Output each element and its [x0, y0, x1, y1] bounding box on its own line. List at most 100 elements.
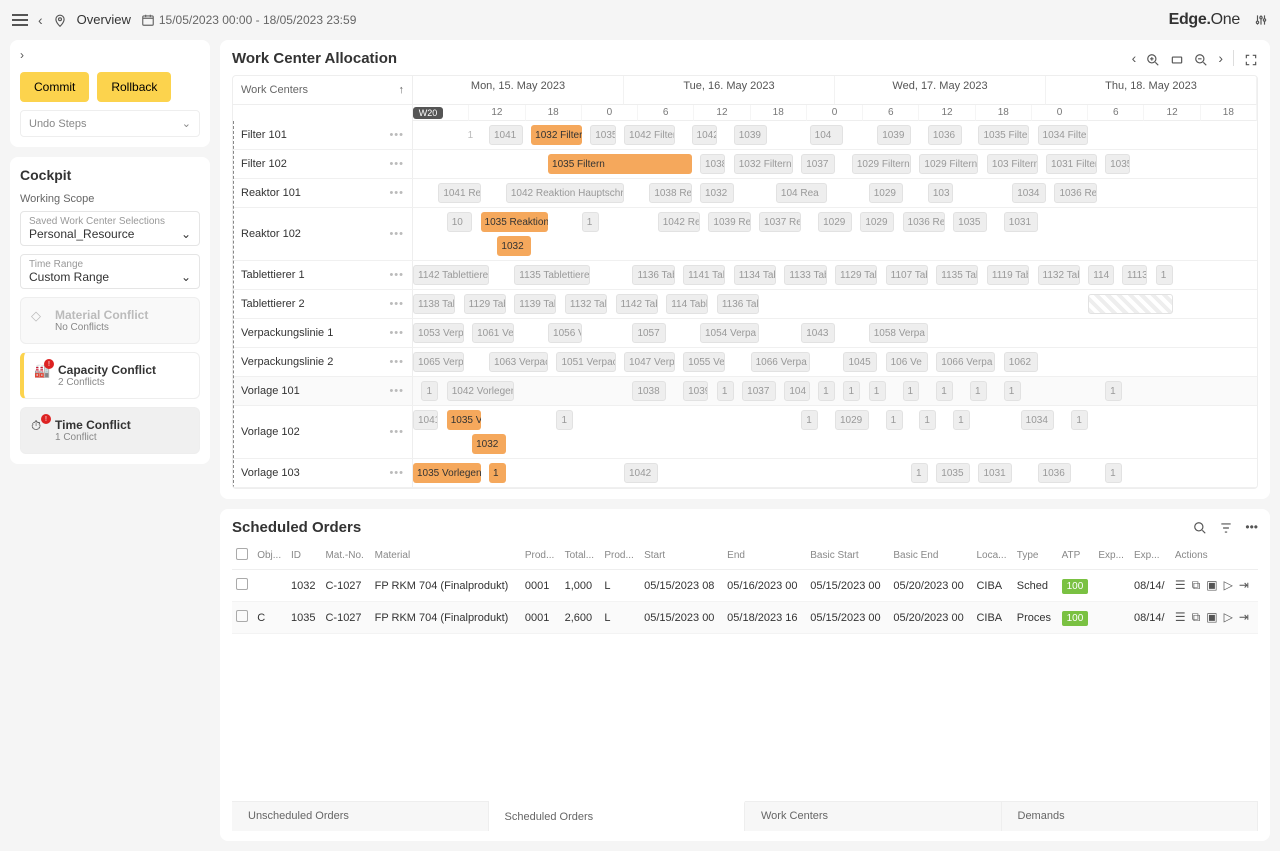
gantt-bar[interactable]: 1: [556, 410, 573, 430]
work-center-cell[interactable]: Verpackungslinie 2•••: [233, 348, 413, 376]
column-header[interactable]: ATP: [1058, 542, 1095, 570]
gantt-bar[interactable]: 1066 Verpa: [751, 352, 810, 372]
gantt-lane[interactable]: 1138 Tab1129 Tab1139 Tab1132 Tab1142 Tab…: [413, 290, 1257, 318]
column-header[interactable]: Obj...: [253, 542, 287, 570]
gantt-lane[interactable]: 110411032 Filtern10351042 Filtern1042103…: [413, 121, 1257, 149]
column-header[interactable]: Start: [640, 542, 723, 570]
row-menu-icon[interactable]: •••: [389, 158, 404, 170]
gantt-bar[interactable]: 1141 Tab: [683, 265, 725, 285]
gantt-bar[interactable]: 1039: [734, 125, 768, 145]
gantt-bar[interactable]: 1138 Tab: [413, 294, 455, 314]
gantt-bar[interactable]: 1: [953, 410, 970, 430]
play-icon[interactable]: ▷: [1224, 578, 1233, 593]
column-header[interactable]: [232, 542, 253, 570]
gantt-bar[interactable]: 1032 Filtern: [734, 154, 793, 174]
gantt-bar[interactable]: 1035 Filtern: [978, 125, 1029, 145]
gantt-bar[interactable]: 1035: [1105, 154, 1130, 174]
tab-unscheduled[interactable]: Unscheduled Orders: [232, 802, 489, 831]
export-icon[interactable]: ⇥: [1239, 610, 1249, 625]
gantt-lane[interactable]: 1065 Verpa1063 Verpac1051 Verpac1047 Ver…: [413, 348, 1257, 376]
column-header[interactable]: Exp...: [1094, 542, 1130, 570]
work-center-cell[interactable]: Vorlage 101•••: [233, 377, 413, 405]
gantt-bar[interactable]: 1: [1105, 381, 1122, 401]
gantt-bar[interactable]: 1037: [801, 154, 835, 174]
box-icon[interactable]: ▣: [1206, 610, 1217, 625]
row-menu-icon[interactable]: •••: [389, 228, 404, 240]
export-icon[interactable]: ⇥: [1239, 578, 1249, 593]
gantt-bar[interactable]: 1032: [497, 236, 531, 256]
row-checkbox[interactable]: [236, 578, 248, 590]
filter-icon[interactable]: [1219, 520, 1233, 535]
gantt-bar[interactable]: 1: [843, 381, 860, 401]
undo-steps-dropdown[interactable]: Undo Steps ⌄: [20, 110, 200, 137]
gantt-lane[interactable]: 11042 Vorlegen 1103810391103710411111111: [413, 377, 1257, 405]
row-menu-icon[interactable]: •••: [389, 356, 404, 368]
gantt-bar[interactable]: [1088, 294, 1172, 314]
gantt-bar[interactable]: 1034: [1021, 410, 1055, 430]
rollback-button[interactable]: Rollback: [97, 72, 171, 102]
wc-header[interactable]: Work Centers ↑: [233, 76, 413, 105]
capacity-conflict[interactable]: 🏭! Capacity Conflict 2 Conflicts: [20, 352, 200, 399]
gantt-bar[interactable]: 1035: [590, 125, 615, 145]
gantt-bar[interactable]: 1142 Tab: [616, 294, 658, 314]
column-header[interactable]: Prod...: [521, 542, 561, 570]
row-menu-icon[interactable]: •••: [389, 187, 404, 199]
row-menu-icon[interactable]: •••: [389, 426, 404, 438]
gantt-bar[interactable]: 1038: [632, 381, 666, 401]
row-menu-icon[interactable]: •••: [389, 298, 404, 310]
gantt-bar[interactable]: 104: [784, 381, 809, 401]
gantt-bar[interactable]: 1036 Re: [903, 212, 945, 232]
gantt-bar[interactable]: 1063 Verpac: [489, 352, 548, 372]
work-center-cell[interactable]: Tablettierer 2•••: [233, 290, 413, 318]
gantt-bar[interactable]: 1: [1004, 381, 1021, 401]
settings-icon[interactable]: [1254, 13, 1268, 28]
gantt-bar[interactable]: 1029 Filtern: [919, 154, 978, 174]
gantt-bar[interactable]: 1113: [1122, 265, 1147, 285]
tab-demands[interactable]: Demands: [1002, 802, 1259, 831]
table-row[interactable]: C1035C-1027FP RKM 704 (Finalprodukt)0001…: [232, 602, 1258, 634]
gantt-bar[interactable]: 1134 Tab: [734, 265, 776, 285]
work-center-cell[interactable]: Tablettierer 1•••: [233, 261, 413, 289]
gantt-bar[interactable]: 1042 Re: [658, 212, 700, 232]
gantt-bar[interactable]: 1034: [1012, 183, 1046, 203]
gantt-bar[interactable]: 1042: [624, 463, 658, 483]
gantt-bar[interactable]: 1061 Ver: [472, 323, 514, 343]
gantt-bar[interactable]: 1038: [700, 154, 725, 174]
gantt-bar[interactable]: 1043: [801, 323, 835, 343]
gantt-bar[interactable]: 1: [421, 381, 438, 401]
gantt-bar[interactable]: 1: [818, 381, 835, 401]
zoom-out-icon[interactable]: [1194, 50, 1208, 66]
tab-scheduled[interactable]: Scheduled Orders: [489, 801, 746, 831]
row-menu-icon[interactable]: •••: [389, 129, 404, 141]
gantt-bar[interactable]: 1: [801, 410, 818, 430]
list-icon[interactable]: ☰: [1175, 610, 1186, 625]
gantt-bar[interactable]: 114: [1088, 265, 1113, 285]
row-menu-icon[interactable]: •••: [389, 269, 404, 281]
gantt-bar[interactable]: 1041: [489, 125, 523, 145]
gantt-bar[interactable]: 1042 Vorlegen 1: [447, 381, 515, 401]
commit-button[interactable]: Commit: [20, 72, 89, 102]
gantt-bar[interactable]: 1032: [472, 434, 506, 454]
overview-label[interactable]: Overview: [77, 12, 131, 27]
gantt-bar[interactable]: 1035 Filtern: [548, 154, 691, 174]
gantt-bar[interactable]: 1129 Tab: [835, 265, 877, 285]
tree-icon[interactable]: ⧉: [1192, 610, 1201, 625]
gantt-bar[interactable]: 1047 Verp: [624, 352, 675, 372]
gantt-bar[interactable]: 1045: [843, 352, 877, 372]
gantt-bar[interactable]: 1: [489, 463, 506, 483]
gantt-bar[interactable]: 104: [810, 125, 844, 145]
search-icon[interactable]: [1193, 520, 1207, 535]
gantt-bar[interactable]: 1029 Filtern: [852, 154, 911, 174]
list-icon[interactable]: ☰: [1175, 578, 1186, 593]
gantt-bar[interactable]: 1036: [1038, 463, 1072, 483]
gantt-bar[interactable]: 1041 Re: [438, 183, 480, 203]
gantt-bar[interactable]: 1038 Re: [649, 183, 691, 203]
gantt-bar[interactable]: 1132 Tab: [1038, 265, 1080, 285]
play-icon[interactable]: ▷: [1224, 610, 1233, 625]
gantt-bar[interactable]: 106 Ve: [886, 352, 928, 372]
gantt-bar[interactable]: 1: [936, 381, 953, 401]
time-conflict[interactable]: ⏱! Time Conflict 1 Conflict: [20, 407, 200, 454]
gantt-bar[interactable]: 1029: [818, 212, 852, 232]
gantt-bar[interactable]: 1119 Tab: [987, 265, 1029, 285]
column-header[interactable]: Mat.-No.: [321, 542, 370, 570]
